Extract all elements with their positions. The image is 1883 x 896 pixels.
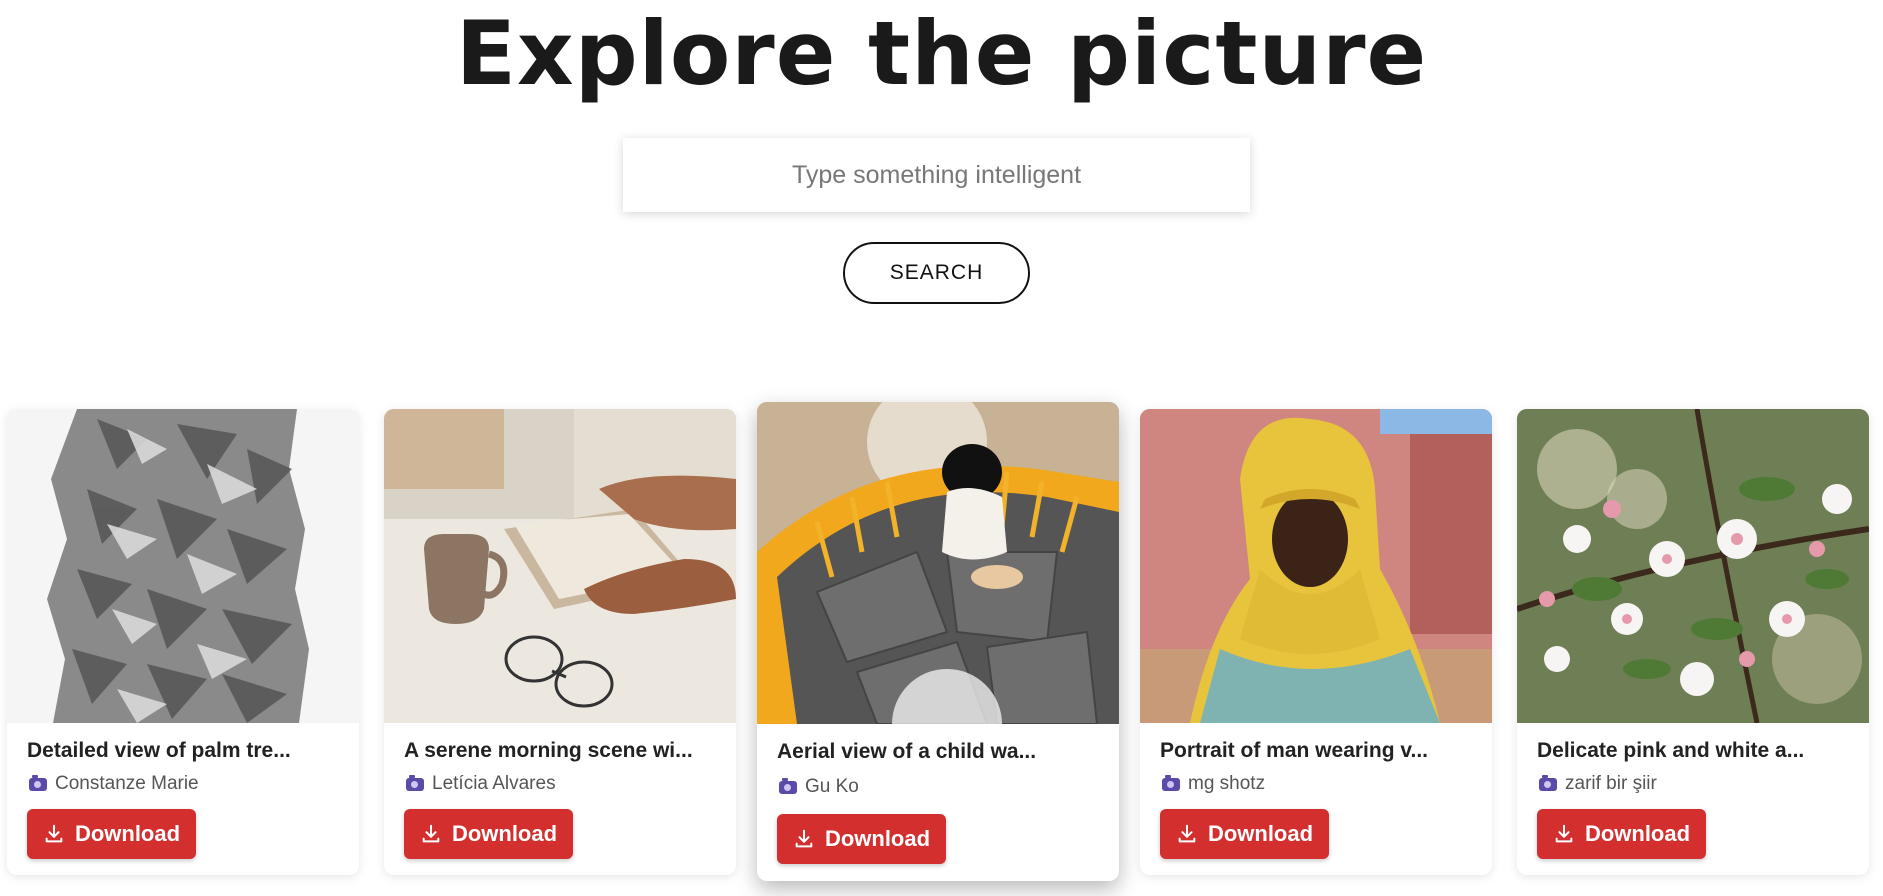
download-button[interactable]: Download — [27, 809, 196, 859]
download-icon — [795, 829, 813, 848]
download-label: Download — [1207, 821, 1314, 846]
download-icon — [1178, 824, 1196, 843]
card-caption: Portrait of man wearing v... — [1160, 739, 1428, 762]
search-button[interactable]: SEARCH — [843, 242, 1030, 304]
download-label: Download — [1584, 821, 1691, 846]
card-author: mg shotz — [1162, 773, 1478, 795]
download-label: Download — [74, 821, 181, 846]
download-button[interactable]: Download — [777, 814, 946, 864]
image-card: Portrait of man wearing v... mg shotz Do… — [1140, 409, 1492, 875]
card-caption: A serene morning scene wi... — [404, 739, 693, 762]
image-card: A serene morning scene wi... Letícia Alv… — [384, 409, 736, 875]
card-image[interactable] — [1140, 409, 1492, 723]
download-button[interactable]: Download — [404, 809, 573, 859]
card-author: Constanze Marie — [29, 773, 345, 795]
author-name: mg shotz — [1188, 773, 1266, 794]
download-icon — [422, 824, 440, 843]
image-card: Delicate pink and white a... zarif bir ş… — [1517, 409, 1869, 875]
author-name: zarif bir şiir — [1565, 773, 1657, 794]
page-title: Explore the picture — [455, 2, 1428, 105]
author-name: Letícia Alvares — [432, 773, 556, 794]
card-caption: Detailed view of palm tre... — [27, 739, 291, 762]
camera-icon — [779, 777, 797, 794]
camera-icon — [1539, 774, 1557, 791]
camera-icon — [29, 774, 47, 791]
download-icon — [45, 824, 63, 843]
download-button[interactable]: Download — [1160, 809, 1329, 859]
search-input[interactable] — [623, 138, 1250, 212]
camera-icon — [406, 774, 424, 791]
download-label: Download — [824, 826, 931, 851]
card-image[interactable] — [1517, 409, 1869, 723]
card-caption: Aerial view of a child wa... — [777, 740, 1037, 763]
camera-icon — [1162, 774, 1180, 791]
card-caption: Delicate pink and white a... — [1537, 739, 1805, 762]
author-name: Gu Ko — [805, 776, 859, 797]
download-label: Download — [451, 821, 558, 846]
author-name: Constanze Marie — [55, 773, 199, 794]
download-icon — [1555, 824, 1573, 843]
download-button[interactable]: Download — [1537, 809, 1706, 859]
card-image[interactable] — [384, 409, 736, 723]
image-card: Aerial view of a child wa... Gu Ko Downl… — [757, 402, 1119, 881]
card-image[interactable] — [7, 409, 359, 723]
card-author: zarif bir şiir — [1539, 773, 1855, 795]
card-image[interactable] — [757, 402, 1119, 724]
card-author: Gu Ko — [779, 776, 1105, 798]
image-card: Detailed view of palm tre... Constanze M… — [7, 409, 359, 875]
card-author: Letícia Alvares — [406, 773, 722, 795]
